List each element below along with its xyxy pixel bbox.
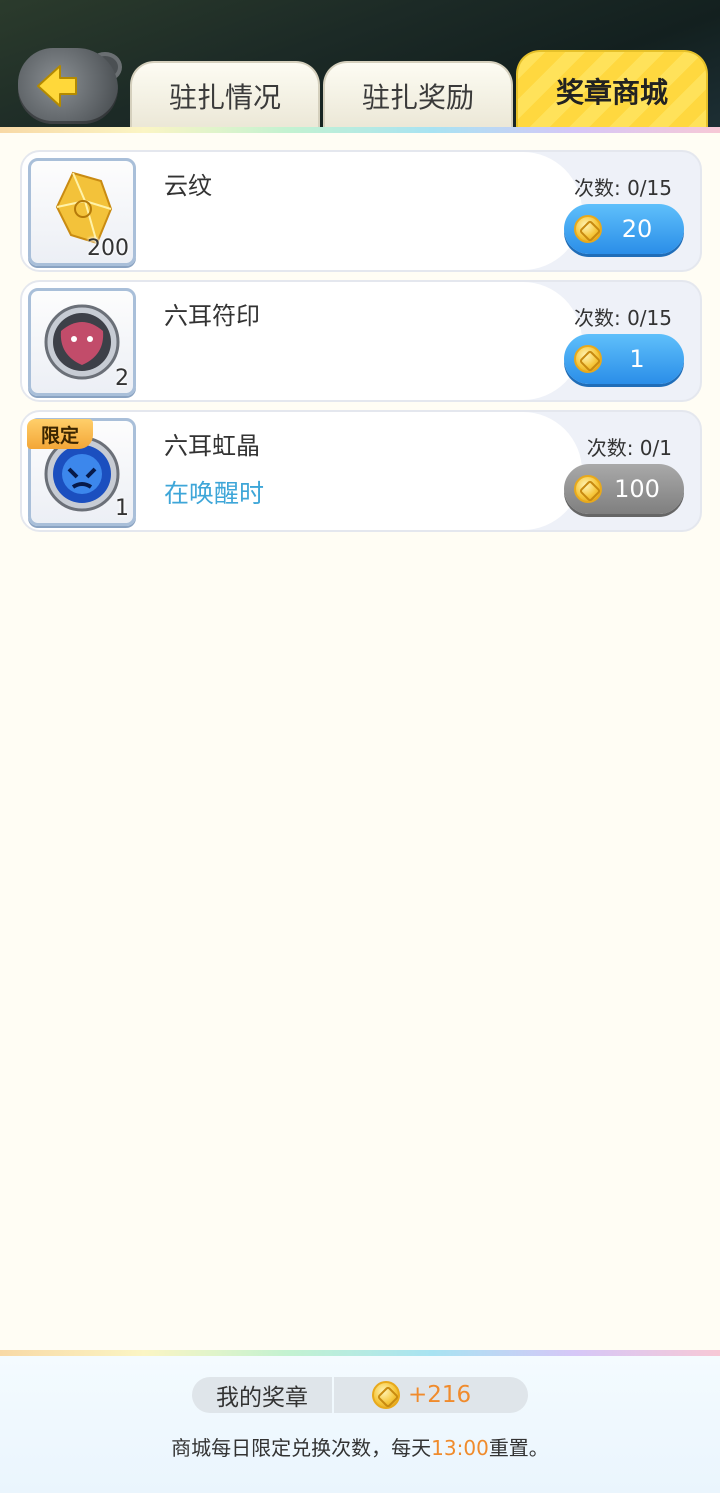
footer-panel: 我的奖章 +216 商城每日限定兑换次数，每天13:00重置。 (0, 1356, 720, 1493)
buy-button[interactable]: 20 (564, 204, 684, 254)
purchase-count: 次数: 0/15 (573, 306, 672, 330)
item-quantity: 1 (115, 496, 129, 521)
medal-coin-icon (372, 1381, 400, 1409)
back-arrow-icon (37, 65, 77, 107)
price-value: 20 (621, 215, 653, 243)
price-value: 1 (629, 345, 645, 373)
tab-station-status[interactable]: 驻扎情况 (130, 61, 320, 129)
header-divider (0, 127, 720, 133)
shop-item: 限定 1 六耳虹晶 在唤醒时 次数: 0/1 100 (20, 410, 702, 532)
medal-coin-icon (574, 475, 602, 503)
shop-item: 200 云纹 次数: 0/15 20 (20, 150, 702, 272)
medal-coin-icon (574, 215, 602, 243)
buy-button[interactable]: 1 (564, 334, 684, 384)
limited-badge: 限定 (27, 419, 93, 449)
medal-balance-value: +216 (408, 1382, 472, 1408)
tab-medal-shop[interactable]: 奖章商城 (516, 50, 708, 129)
shop-item: 2 六耳符印 次数: 0/15 1 (20, 280, 702, 402)
item-icon-frame[interactable]: 限定 1 (27, 418, 136, 526)
medal-coin-icon (574, 345, 602, 373)
item-icon-frame[interactable]: 2 (28, 288, 136, 396)
item-quantity: 200 (87, 236, 129, 261)
purchase-count: 次数: 0/1 (586, 436, 672, 460)
reset-notice-prefix: 商城每日限定兑换次数，每天 (171, 1436, 432, 1460)
my-medals-balance[interactable]: +216 (334, 1377, 528, 1413)
reset-notice: 商城每日限定兑换次数，每天13:00重置。 (0, 1432, 720, 1461)
buy-button-disabled[interactable]: 100 (564, 464, 684, 514)
tab-station-rewards[interactable]: 驻扎奖励 (323, 61, 513, 129)
reset-notice-suffix: 重置。 (488, 1436, 549, 1460)
reset-time: 13:00 (431, 1436, 489, 1460)
back-button[interactable] (18, 48, 118, 124)
my-medals-label: 我的奖章 (192, 1377, 332, 1413)
item-icon-frame[interactable]: 200 (28, 158, 136, 266)
item-quantity: 2 (115, 366, 129, 391)
item-unlock-condition: 在唤醒时 (164, 479, 265, 508)
item-name: 六耳符印 (164, 302, 260, 330)
item-name: 六耳虹晶 (164, 432, 260, 460)
item-name: 云纹 (164, 172, 212, 200)
price-value: 100 (614, 475, 660, 503)
purchase-count: 次数: 0/15 (573, 176, 672, 200)
